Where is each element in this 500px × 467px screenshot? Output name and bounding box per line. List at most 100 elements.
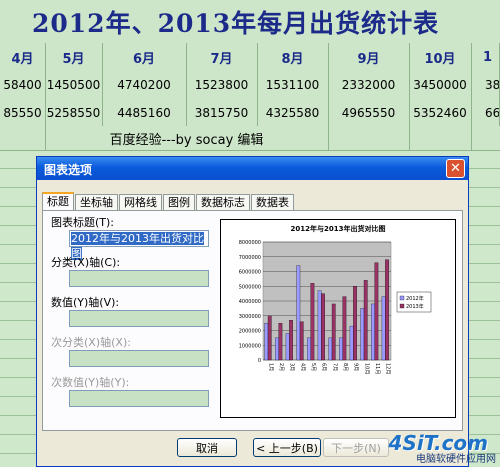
- value-y-axis-input[interactable]: [69, 310, 209, 327]
- month-header[interactable]: 1: [471, 43, 500, 71]
- x-tick-label: 5月: [310, 363, 316, 371]
- value-y-axis-label: 数值(Y)轴(V):: [51, 296, 120, 309]
- empty-cell[interactable]: [0, 126, 46, 150]
- bar-series1: [381, 296, 386, 361]
- chart-title-input[interactable]: 2012年与2013年出货对比图: [69, 230, 209, 260]
- bar-series1: [349, 325, 354, 361]
- data-cell[interactable]: 4485160: [102, 99, 187, 126]
- legend-swatch: [399, 295, 405, 301]
- next-button: 下一步(N): [323, 438, 389, 457]
- x-tick-label: 9月: [353, 363, 359, 371]
- bar-series1: [296, 265, 301, 361]
- chart-options-dialog: 图表选项 ✕ 标题 坐标轴 网格线 图例 数据标志 数据表 图表标题(T): 2…: [36, 156, 469, 467]
- data-cell[interactable]: 85550: [0, 99, 46, 126]
- tab-data-table[interactable]: 数据表: [251, 194, 294, 211]
- data-cell[interactable]: 4325580: [257, 99, 329, 126]
- data-cell[interactable]: 4740200: [102, 71, 187, 99]
- bar-series1: [285, 333, 290, 361]
- tab-strip: 标题 坐标轴 网格线 图例 数据标志 数据表: [42, 192, 295, 213]
- bar-series2: [321, 293, 325, 361]
- note-row: 百度经验---by socay 编辑: [0, 126, 500, 151]
- data-cell[interactable]: 58400: [0, 71, 46, 99]
- data-cell[interactable]: 5352460: [409, 99, 472, 126]
- tab-axes[interactable]: 坐标轴: [75, 194, 118, 211]
- bar-series2: [267, 315, 272, 361]
- x-tick-label: 6月: [321, 363, 327, 371]
- bar-series1: [307, 337, 311, 361]
- data-cell[interactable]: 3815750: [186, 99, 258, 126]
- secondary-category-axis-input: [69, 350, 209, 367]
- x-tick-label: 7月: [331, 363, 337, 371]
- sheet-title: 2012年、2013年每月出货统计表: [32, 9, 440, 38]
- x-tick-label: 4月: [299, 363, 305, 371]
- empty-cell[interactable]: [409, 126, 472, 150]
- tab-legend[interactable]: 图例: [163, 194, 195, 211]
- x-tick-label: 10月: [363, 363, 369, 374]
- data-cell[interactable]: 38: [471, 71, 500, 99]
- bar-series2: [353, 286, 357, 361]
- y-tick-label: 5000000: [239, 284, 261, 290]
- month-header[interactable]: 9月: [328, 43, 410, 71]
- x-tick-label: 12月: [385, 363, 391, 374]
- x-tick-label: 1月: [267, 363, 273, 371]
- data-cell[interactable]: 1523800: [186, 71, 258, 99]
- bar-series1: [328, 337, 333, 361]
- data-row-2012: 58400 1450500 4740200 1523800 1531100 23…: [0, 71, 500, 100]
- cancel-button[interactable]: 取消: [177, 438, 237, 457]
- data-cell[interactable]: 66: [471, 99, 500, 126]
- secondary-value-axis-input: [69, 390, 209, 407]
- y-tick-label: 4000000: [239, 299, 261, 305]
- chart-preview: 2012年与2013年出货对比图 8000000 7000000 6000000 50…: [220, 219, 456, 418]
- x-tick-label: 2月: [278, 363, 284, 371]
- note-cell[interactable]: 百度经验---by socay 编辑: [45, 126, 329, 150]
- bar-series1: [317, 290, 322, 361]
- legend-label: 2012年: [406, 295, 424, 302]
- dialog-title: 图表选项: [44, 163, 93, 177]
- month-header-row: 4月 5月 6月 7月 8月 9月 10月 1: [0, 43, 500, 72]
- x-tick-label: 8月: [342, 363, 348, 371]
- month-header[interactable]: 6月: [102, 43, 187, 71]
- x-tick-label: 3月: [289, 363, 295, 371]
- month-header[interactable]: 5月: [45, 43, 103, 71]
- y-tick-label: 8000000: [239, 240, 261, 246]
- bar-series2: [289, 320, 293, 361]
- bar-series2: [374, 262, 379, 361]
- y-tick-label: 7000000: [239, 255, 261, 261]
- legend-label: 2013年: [406, 303, 424, 310]
- y-tick-label: 2000000: [239, 329, 261, 335]
- secondary-category-axis-label: 次分类(X)轴(X):: [51, 336, 131, 349]
- legend-swatch: [399, 303, 405, 309]
- month-header[interactable]: 4月: [0, 43, 46, 71]
- month-header[interactable]: 8月: [257, 43, 329, 71]
- x-tick-label: 11月: [374, 363, 380, 374]
- tab-data-labels[interactable]: 数据标志: [196, 194, 250, 211]
- bar-series2: [331, 303, 336, 361]
- close-icon[interactable]: ✕: [446, 159, 465, 178]
- sheet-title-row: 2012年、2013年每月出货统计表: [0, 0, 500, 44]
- data-cell[interactable]: 2332000: [328, 71, 410, 99]
- bar-series1: [360, 308, 365, 361]
- bar-series2: [363, 280, 368, 361]
- bar-series1: [264, 322, 269, 361]
- data-row-2013: 85550 5258550 4485160 3815750 4325580 49…: [0, 99, 500, 127]
- month-header[interactable]: 7月: [186, 43, 258, 71]
- y-tick-label: 3000000: [239, 314, 261, 320]
- site-watermark: 4SiT.com 电脑软硬件应用网: [386, 431, 498, 465]
- tab-gridlines[interactable]: 网格线: [119, 194, 162, 211]
- category-x-axis-input[interactable]: [69, 270, 209, 287]
- bar-series1: [339, 337, 343, 361]
- back-button[interactable]: < 上一步(B): [253, 438, 321, 457]
- data-cell[interactable]: 3450000: [409, 71, 472, 99]
- bar-series1: [371, 303, 375, 361]
- watermark-text: 电脑软硬件应用网: [416, 454, 496, 465]
- data-cell[interactable]: 1450500: [45, 71, 103, 99]
- bar-series2: [299, 321, 304, 361]
- empty-cell[interactable]: [328, 126, 410, 150]
- data-cell[interactable]: 5258550: [45, 99, 103, 126]
- data-cell[interactable]: 1531100: [257, 71, 329, 99]
- bar-series2: [310, 283, 315, 361]
- month-header[interactable]: 10月: [409, 43, 472, 71]
- data-cell[interactable]: 4965550: [328, 99, 410, 126]
- chart-title-label: 图表标题(T):: [51, 216, 115, 229]
- dialog-titlebar[interactable]: 图表选项 ✕: [37, 157, 468, 180]
